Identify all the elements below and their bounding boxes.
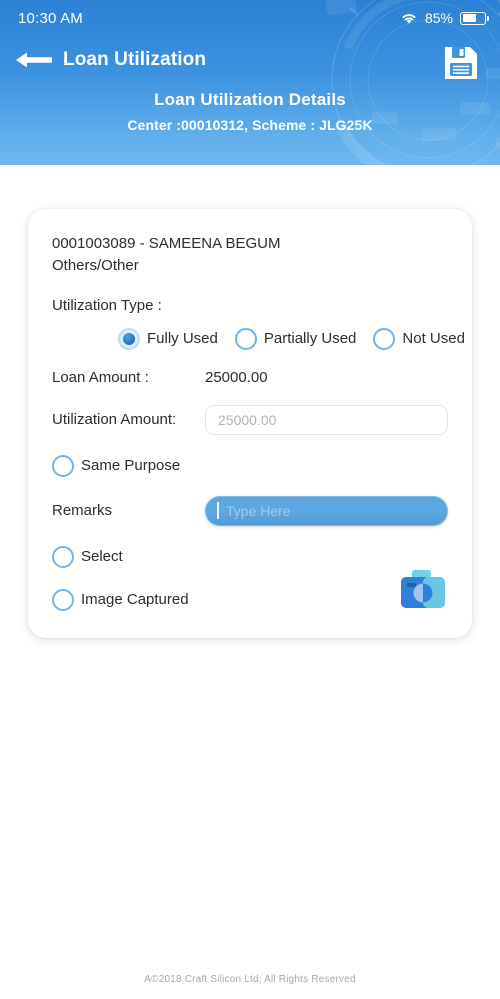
nav-title: Loan Utilization — [63, 49, 207, 70]
same-purpose-option[interactable]: Same Purpose — [52, 454, 448, 477]
image-captured-row: Image Captured — [52, 569, 448, 612]
status-bar: 10:30 AM 85% — [0, 0, 500, 36]
remarks-row: Remarks Type Here — [52, 495, 448, 526]
app-header: 10:30 AM 85% Loan Utilization Loan Utili… — [0, 0, 500, 165]
radio-icon-same-purpose[interactable] — [52, 454, 74, 477]
radio-option-partially-used[interactable]: Partially Used — [234, 327, 357, 350]
page-content: 0001003089 - SAMEENA BEGUM Others/Other … — [0, 165, 500, 999]
client-id-name: 0001003089 - SAMEENA BEGUM — [52, 235, 281, 252]
text-caret — [217, 502, 219, 519]
image-captured-option[interactable]: Image Captured — [52, 588, 189, 611]
same-purpose-label: Same Purpose — [81, 457, 181, 474]
radio-label-partially-used: Partially Used — [263, 330, 357, 347]
select-option[interactable]: Select — [52, 545, 448, 568]
camera-icon[interactable] — [398, 568, 448, 612]
radio-icon-not-used[interactable] — [373, 327, 396, 350]
back-arrow-icon[interactable] — [14, 48, 54, 72]
radio-icon-image-captured[interactable] — [52, 588, 74, 611]
save-floppy-icon[interactable] — [442, 44, 480, 82]
nav-bar: Loan Utilization — [0, 36, 500, 84]
radio-label-fully-used: Fully Used — [147, 330, 218, 347]
radio-label-not-used: Not Used — [402, 330, 465, 347]
utilization-type-label: Utilization Type : — [52, 296, 162, 314]
status-indicators: 85% — [400, 10, 489, 26]
utilization-amount-input[interactable]: 25000.00 — [205, 404, 448, 435]
client-category: Others/Other — [52, 256, 139, 274]
battery-icon — [460, 11, 489, 25]
page-title: Loan Utilization Details — [154, 90, 346, 109]
loan-amount-label: Loan Amount : — [52, 368, 149, 386]
utilization-amount-label: Utilization Amount: — [52, 411, 177, 428]
radio-icon-partially-used[interactable] — [234, 327, 257, 350]
app-screen: 10:30 AM 85% Loan Utilization Loan Utili… — [0, 0, 500, 999]
radio-icon-select[interactable] — [52, 545, 74, 568]
battery-percent-label: 85% — [424, 10, 453, 26]
remarks-input[interactable]: Type Here — [205, 495, 448, 526]
radio-option-not-used[interactable]: Not Used — [373, 327, 465, 350]
page-meta: Center :00010312, Scheme : JLG25K — [127, 117, 373, 133]
battery-fill — [462, 14, 476, 22]
remarks-placeholder: Type Here — [226, 502, 291, 519]
utilization-type-radio-group: Fully Used Partially Used Not Used — [52, 327, 465, 350]
loan-utilization-card: 0001003089 - SAMEENA BEGUM Others/Other … — [28, 209, 472, 638]
remarks-label: Remarks — [52, 502, 113, 519]
wifi-icon — [402, 14, 416, 24]
status-time: 10:30 AM — [18, 9, 83, 27]
footer-copyright: A©2018 Craft Silicon Ltd; All Rights Res… — [144, 974, 356, 985]
radio-option-fully-used[interactable]: Fully Used — [118, 327, 218, 350]
radio-icon-fully-used[interactable] — [118, 327, 140, 350]
select-label: Select — [81, 548, 123, 565]
loan-amount-row: Loan Amount : 25000.00 — [52, 369, 448, 386]
header-subtitles: Loan Utilization Details Center :0001031… — [0, 84, 500, 133]
loan-amount-value: 25000.00 — [205, 368, 268, 386]
utilization-amount-row: Utilization Amount: 25000.00 — [52, 404, 448, 435]
image-captured-label: Image Captured — [81, 591, 189, 608]
